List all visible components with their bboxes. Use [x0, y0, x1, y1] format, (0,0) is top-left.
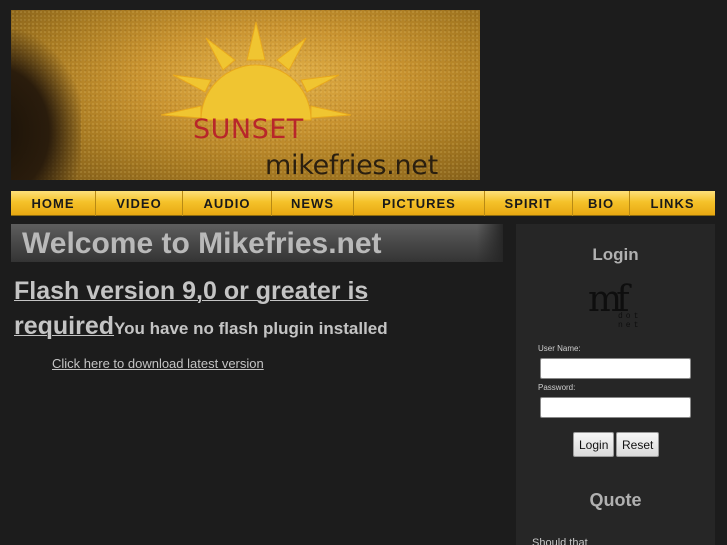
- nav-item-bio[interactable]: BIO: [573, 191, 630, 216]
- site-banner: SUNSET mikefries.net: [11, 10, 480, 180]
- password-label: Password:: [538, 383, 576, 392]
- nav-item-video[interactable]: VIDEO: [96, 191, 183, 216]
- login-heading: Login: [592, 245, 639, 264]
- quote-text: Should that: [532, 537, 588, 545]
- flash-required-message: Flash version 9,0 or greater is required…: [14, 274, 454, 346]
- download-flash-link[interactable]: Click here to download latest version: [52, 356, 264, 371]
- nav-item-audio[interactable]: AUDIO: [183, 191, 272, 216]
- login-button[interactable]: Login: [573, 432, 615, 457]
- welcome-header: Welcome to Mikefries.net: [11, 224, 503, 262]
- username-field[interactable]: [540, 358, 691, 379]
- nav-item-home[interactable]: HOME: [11, 191, 96, 216]
- nav-item-pictures[interactable]: PICTURES: [354, 191, 485, 216]
- logo-net-text: net: [618, 321, 642, 330]
- flash-missing-text: You have no flash plugin installed: [114, 319, 388, 338]
- nav-item-news[interactable]: NEWS: [272, 191, 354, 216]
- banner-silhouette: [11, 30, 81, 180]
- reset-button[interactable]: Reset: [616, 432, 660, 457]
- nav-item-spirit[interactable]: SPIRIT: [485, 191, 573, 216]
- quote-heading: Quote: [589, 490, 642, 510]
- logo-dot-text: dot: [618, 312, 642, 321]
- banner-sunset-text: SUNSET: [193, 114, 304, 145]
- password-field[interactable]: [540, 397, 691, 418]
- nav-item-links[interactable]: LINKS: [630, 191, 715, 216]
- page-title: Welcome to Mikefries.net: [22, 227, 382, 260]
- banner-site-name: mikefries.net: [265, 150, 438, 180]
- username-label: User Name:: [538, 344, 581, 353]
- main-content: Welcome to Mikefries.net Flash version 9…: [11, 224, 505, 545]
- main-nav: HOME VIDEO AUDIO NEWS PICTURES SPIRIT BI…: [11, 191, 715, 216]
- login-sidebar: Login mf dot net User Name: Password: Lo…: [516, 224, 715, 545]
- mf-logo: mf dot net: [588, 282, 644, 340]
